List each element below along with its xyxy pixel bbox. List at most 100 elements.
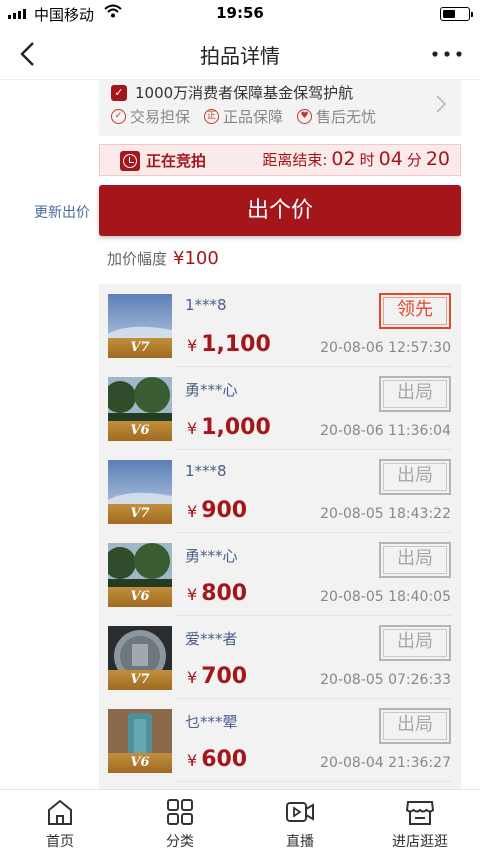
outbid-stamp: 出局 [379,708,451,744]
guarantee-item-label: 售后无忧 [316,108,377,126]
level-badge: V6 [108,753,172,773]
tab-label: 直播 [286,834,314,850]
bidder-name: 1***8 [185,462,227,480]
bid-amount: 900 [201,498,248,523]
bid-increment: 加价幅度 ¥100 [107,248,219,269]
level-badge: V7 [108,670,172,690]
bidder-name: 勇***心 [185,381,238,399]
bottom-tab-bar: 首页 分类 直播 进店逛逛 [0,789,480,854]
outbid-stamp: 出局 [379,459,451,495]
chevron-right-icon [436,95,447,113]
avatar[interactable]: V6 [108,377,172,441]
page-title: 拍品详情 [200,44,280,68]
guarantee-item: ✓ 交易担保 [111,106,190,127]
guarantee-headline: 1000万消费者保障基金保驾护航 [135,84,354,102]
increment-currency: ¥ [173,248,185,269]
countdown-minutes-unit: 分 [406,151,422,169]
status-bar: 中国移动 19:56 [0,0,480,28]
thumbs-up-icon: ♥ [297,109,313,124]
outbid-stamp: 出局 [379,376,451,412]
check-shield-icon: ✓ [111,84,127,101]
guarantee-item-label: 交易担保 [130,108,191,126]
place-bid-button[interactable]: 出个价 [99,185,461,236]
bid-row: V6 乜***翚 ¥600 20-08-04 21:36:27 出局 [99,699,461,782]
bid-currency: ¥ [187,585,198,604]
increment-amount: 100 [184,248,219,269]
outbid-stamp: 出局 [379,625,451,661]
bid-price: ¥600 [187,747,247,772]
home-icon [48,799,72,825]
bidder-name: 乜***翚 [185,713,238,731]
bid-currency: ¥ [187,502,198,521]
countdown-hours-unit: 时 [359,151,375,169]
bid-price: ¥700 [187,664,247,689]
update-bid-link[interactable]: 更新出价 [34,202,90,222]
bid-amount: 1,000 [201,415,271,440]
level-badge: V6 [108,421,172,441]
tab-label: 首页 [46,834,74,850]
tab-live[interactable]: 直播 [240,790,360,854]
guarantee-item: 正正品保障 [204,106,283,127]
countdown-hours: 02 [331,148,356,170]
bid-amount: 1,100 [201,332,271,357]
store-icon [405,801,435,825]
bid-currency: ¥ [187,419,198,438]
bid-row: V6 勇***心 ¥1,000 20-08-06 11:36:04 出局 [99,367,461,450]
nav-bar: 拍品详情 [0,28,480,80]
bid-time: 20-08-06 12:57:30 [320,340,451,356]
bid-amount: 800 [201,581,248,606]
auction-status-bar: 正在竞拍 距离结束: 02 时 04 分 20 [99,144,461,176]
bid-time: 20-08-05 18:40:05 [320,589,451,605]
bid-time: 20-08-05 18:43:22 [320,506,451,522]
avatar[interactable]: V6 [108,543,172,607]
guarantee-item-label: 正品保障 [223,108,284,126]
avatar[interactable]: V7 [108,460,172,524]
category-icon [167,799,193,825]
bid-amount: 600 [201,747,248,772]
bid-row: V7 1***8 ¥900 20-08-05 18:43:22 出局 [99,450,461,533]
bid-currency: ¥ [187,751,198,770]
bidder-name: 1***8 [185,296,227,314]
bid-time: 20-08-04 21:36:27 [320,755,451,771]
outbid-stamp: 出局 [379,542,451,578]
bid-price: ¥800 [187,581,247,606]
guarantee-banner[interactable]: ✓ 1000万消费者保障基金保驾护航 ✓ 交易担保 正正品保障 ♥ 售后无忧 [99,80,461,136]
leading-stamp: 领先 [379,293,451,329]
bid-time: 20-08-05 07:26:33 [320,672,451,688]
clock-time: 19:56 [216,4,264,22]
level-badge: V7 [108,338,172,358]
increment-value: ¥100 [173,248,219,269]
avatar[interactable]: V7 [108,626,172,690]
genuine-icon: 正 [204,109,220,124]
clock-icon [120,151,140,171]
bidder-name: 爱***者 [185,630,238,648]
countdown-label: 距离结束: [262,151,328,169]
row-divider [175,781,451,782]
bidder-name: 勇***心 [185,547,238,565]
avatar[interactable]: V7 [108,294,172,358]
more-icon[interactable] [430,42,464,66]
bid-list[interactable]: V7 1***8 ¥1,100 20-08-06 12:57:30 领先 V6 … [99,284,461,790]
bid-row: V7 1***8 ¥1,100 20-08-06 12:57:30 领先 [99,284,461,367]
tab-home[interactable]: 首页 [0,790,120,854]
guarantee-item: ♥ 售后无忧 [297,106,376,127]
level-badge: V7 [108,504,172,524]
tab-label: 分类 [166,834,194,850]
battery-icon [440,7,473,21]
increment-label: 加价幅度 [107,250,168,268]
auction-status: 正在竞拍 [146,152,207,170]
tab-category[interactable]: 分类 [120,790,240,854]
bid-time: 20-08-06 11:36:04 [320,423,451,439]
avatar[interactable]: V6 [108,709,172,773]
level-badge: V6 [108,587,172,607]
countdown-minutes: 04 [378,148,403,170]
countdown: 距离结束: 02 时 04 分 20 [262,148,450,170]
countdown-seconds: 20 [425,148,450,170]
live-video-icon [286,802,314,822]
tab-store[interactable]: 进店逛逛 [360,790,480,854]
bid-price: ¥1,100 [187,332,271,357]
bid-row: V6 勇***心 ¥800 20-08-05 18:40:05 出局 [99,533,461,616]
bid-price: ¥1,000 [187,415,271,440]
bid-currency: ¥ [187,668,198,687]
tab-label: 进店逛逛 [392,834,448,850]
